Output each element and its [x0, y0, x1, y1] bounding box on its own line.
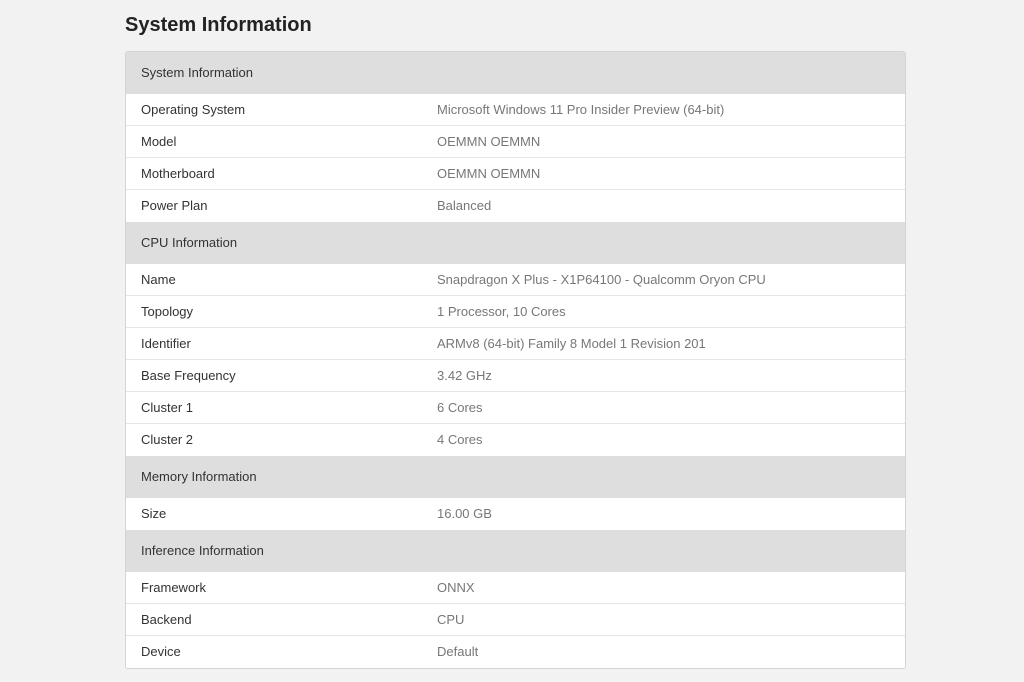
section-header-system: System Information: [126, 52, 905, 94]
row-value: ARMv8 (64-bit) Family 8 Model 1 Revision…: [437, 336, 706, 351]
table-row: Backend CPU: [126, 604, 905, 636]
row-value: 6 Cores: [437, 400, 483, 415]
row-value: 4 Cores: [437, 432, 483, 447]
table-row: Operating System Microsoft Windows 11 Pr…: [126, 94, 905, 126]
row-value: 1 Processor, 10 Cores: [437, 304, 566, 319]
page-title: System Information: [125, 14, 312, 36]
row-label: Topology: [141, 304, 194, 319]
row-label: Cluster 1: [141, 400, 194, 415]
table-row: Framework ONNX: [126, 572, 905, 604]
row-value: 16.00 GB: [437, 506, 492, 521]
row-label: Framework: [141, 580, 207, 595]
section-header-cpu: CPU Information: [126, 222, 905, 264]
row-label: Identifier: [141, 336, 191, 351]
row-value: ONNX: [437, 580, 475, 595]
row-label: Motherboard: [141, 166, 215, 181]
row-label: Power Plan: [141, 198, 208, 213]
row-label: Name: [141, 272, 176, 287]
table-row: Power Plan Balanced: [126, 190, 905, 222]
row-value: 3.42 GHz: [437, 368, 492, 383]
table-row: Size 16.00 GB: [126, 498, 905, 530]
row-value: Snapdragon X Plus - X1P64100 - Qualcomm …: [437, 272, 766, 287]
table-row: Name Snapdragon X Plus - X1P64100 - Qual…: [126, 264, 905, 296]
table-row: Motherboard OEMMN OEMMN: [126, 158, 905, 190]
section-header-inference: Inference Information: [126, 530, 905, 572]
row-value: OEMMN OEMMN: [437, 166, 541, 181]
table-row: Base Frequency 3.42 GHz: [126, 360, 905, 392]
row-label: Backend: [141, 612, 192, 627]
row-value: OEMMN OEMMN: [437, 134, 541, 149]
row-label: Base Frequency: [141, 368, 236, 383]
row-value: Balanced: [437, 198, 492, 213]
row-label: Operating System: [141, 102, 246, 117]
table-row: Cluster 1 6 Cores: [126, 392, 905, 424]
row-label: Device: [141, 644, 181, 659]
row-value: Microsoft Windows 11 Pro Insider Preview…: [437, 102, 725, 117]
system-info-table: System Information Operating System Micr…: [125, 51, 906, 669]
row-label: Model: [141, 134, 177, 149]
table-row: Model OEMMN OEMMN: [126, 126, 905, 158]
section-header-memory: Memory Information: [126, 456, 905, 498]
table-row: Device Default: [126, 636, 905, 668]
table-row: Identifier ARMv8 (64-bit) Family 8 Model…: [126, 328, 905, 360]
row-value: Default: [437, 644, 479, 659]
row-label: Size: [141, 506, 167, 521]
table-row: Cluster 2 4 Cores: [126, 424, 905, 456]
table-row: Topology 1 Processor, 10 Cores: [126, 296, 905, 328]
row-value: CPU: [437, 612, 465, 627]
row-label: Cluster 2: [141, 432, 194, 447]
